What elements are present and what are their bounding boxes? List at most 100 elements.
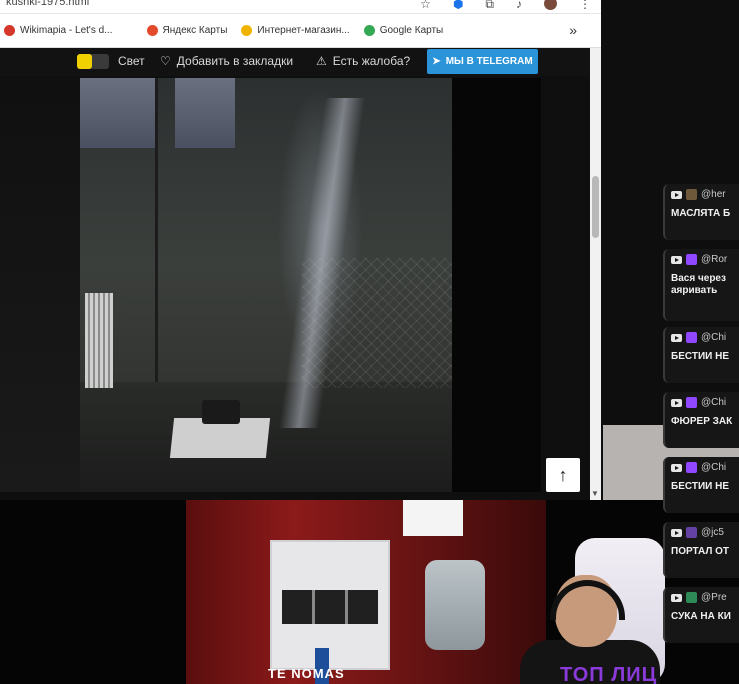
youtube-icon: [671, 333, 682, 342]
map-pin-icon: [146, 25, 158, 36]
chat-message-header: @jc5: [671, 527, 739, 538]
chat-message-header: @her: [671, 189, 739, 200]
video-player[interactable]: [0, 78, 541, 492]
youtube-icon: [671, 463, 682, 472]
page-scrollbar[interactable]: ▼: [590, 48, 601, 500]
wikimapia-icon: [4, 25, 15, 36]
fountain-nozzle: [202, 400, 240, 424]
extensions-icon[interactable]: ⧉: [485, 0, 494, 12]
chat-username: @her: [701, 189, 726, 200]
bookmark-label: Интернет-магазин...: [257, 25, 350, 36]
light-toggle[interactable]: [77, 54, 109, 69]
chat-message: @Pre СУКА НА КИ: [663, 587, 739, 643]
add-bookmark-button[interactable]: ♡ Добавить в закладки: [160, 54, 293, 68]
video-left-shade: [0, 78, 80, 492]
url-text[interactable]: kushki-1975.html: [6, 0, 89, 8]
chat-message-header: @Chi: [671, 462, 739, 473]
chat-username: @Chi: [701, 397, 727, 408]
chat-username: @jc5: [701, 527, 724, 538]
chat-message: @Chi ФЮРЕР ЗАК: [663, 392, 739, 448]
bookmark-label: Wikimapia - Let's d...: [20, 25, 113, 36]
menu-icon[interactable]: ⋮: [579, 0, 591, 12]
radiator: [85, 293, 113, 388]
telegram-button[interactable]: ➤ МЫ В TELEGRAM: [427, 49, 538, 74]
telegram-label: МЫ В TELEGRAM: [445, 56, 533, 67]
youtube-icon: [671, 190, 682, 199]
softbox-light: [403, 500, 463, 536]
scroll-down-icon[interactable]: ▼: [591, 489, 599, 498]
bookmark-yandex-maps[interactable]: Яндекс Карты: [146, 25, 228, 36]
user-badge: [686, 254, 697, 265]
youtube-icon: [671, 593, 682, 602]
complaint-label: Есть жалоба?: [332, 54, 411, 68]
address-bar[interactable]: kushki-1975.html ☆ ⬢ ⧉ ♪ ⋮: [0, 0, 601, 14]
web-page: Свет ♡ Добавить в закладки ⚠ Есть жалоба…: [0, 48, 601, 500]
user-badge: [686, 332, 697, 343]
bookmark-google-maps[interactable]: Google Карты: [363, 25, 444, 36]
add-bookmark-label: Добавить в закладки: [176, 54, 294, 68]
chat-message: @Chi БЕСТИИ НЕ: [663, 457, 739, 513]
fountain-base: [169, 418, 271, 458]
window-right: [175, 78, 235, 148]
chat-message: @her МАСЛЯТА Б: [663, 184, 739, 240]
star-icon[interactable]: ☆: [420, 0, 431, 12]
chat-message-text: Вася через аяривать: [671, 273, 726, 296]
bookmark-label: Яндекс Карты: [162, 25, 228, 36]
bookmarks-bar: Wikimapia - Let's d... Яндекс Карты Инте…: [0, 14, 601, 48]
youtube-icon: [671, 398, 682, 407]
light-label: Свет: [118, 54, 145, 68]
chat-username: @Chi: [701, 332, 727, 343]
chat-message-text: МАСЛЯТА Б: [671, 208, 731, 219]
toolbar-icons: ☆ ⬢ ⧉ ♪ ⋮: [420, 0, 591, 12]
arrow-up-icon: ↑: [558, 464, 568, 485]
user-badge: [686, 189, 697, 200]
browser-window: kushki-1975.html ☆ ⬢ ⧉ ♪ ⋮ Wikimapia - L…: [0, 0, 601, 500]
chat-message: @jc5 ПОРТАЛ ОТ: [663, 522, 739, 578]
music-icon[interactable]: ♪: [516, 0, 522, 12]
gpu-fans: [282, 590, 378, 624]
shop-icon: [241, 25, 253, 36]
bookmark-shop[interactable]: Интернет-магазин...: [241, 25, 350, 36]
chat-message-header: @Pre: [671, 592, 739, 603]
chat-message-text: БЕСТИИ НЕ: [671, 351, 729, 362]
user-badge: [686, 397, 697, 408]
window-left: [80, 78, 155, 148]
user-badge: [686, 592, 697, 603]
screen: kushki-1975.html ☆ ⬢ ⧉ ♪ ⋮ Wikimapia - L…: [0, 0, 739, 684]
scrollbar-thumb[interactable]: [592, 176, 599, 238]
user-badge: [686, 462, 697, 473]
chat-username: @Ror: [701, 254, 728, 265]
plastic-bag: [425, 560, 485, 650]
toggle-knob: [77, 54, 92, 69]
more-bookmarks-icon[interactable]: »: [569, 22, 577, 38]
chat-message: @Ror Вася через аяривать: [663, 249, 739, 321]
youtube-icon: [671, 528, 682, 537]
light-label-item[interactable]: Свет: [118, 54, 145, 68]
chat-message-text: ПОРТАЛ ОТ: [671, 546, 730, 557]
chat-username: @Chi: [701, 462, 727, 473]
warning-icon: ⚠: [316, 54, 327, 68]
chat-message-header: @Chi: [671, 332, 739, 343]
chat-message-header: @Ror: [671, 254, 739, 265]
chat-message-text: БЕСТИИ НЕ: [671, 481, 729, 492]
avatar[interactable]: [544, 0, 557, 10]
chat-message-header: @Chi: [671, 397, 739, 408]
video-frame: [80, 78, 452, 492]
youtube-icon: [671, 255, 682, 264]
heart-icon: ♡: [160, 54, 171, 68]
complaint-button[interactable]: ⚠ Есть жалоба?: [316, 54, 410, 68]
case-brand-text: TE NOMAS: [268, 666, 345, 681]
google-maps-icon: [363, 25, 375, 36]
pillar: [155, 78, 158, 432]
user-badge: [686, 527, 697, 538]
bookmark-wikimapia[interactable]: Wikimapia - Let's d...: [4, 25, 113, 36]
chat-message-text: ФЮРЕР ЗАК: [671, 416, 733, 427]
chat-message-text: СУКА НА КИ: [671, 611, 731, 622]
stream-overlay-text: ТОП ЛИЦ: [560, 664, 658, 684]
shield-icon[interactable]: ⬢: [453, 0, 463, 12]
bookmark-label: Google Карты: [379, 25, 444, 36]
scroll-to-top-button[interactable]: ↑: [546, 458, 580, 492]
chat-message: @Chi БЕСТИИ НЕ: [663, 327, 739, 383]
telegram-icon: ➤: [432, 56, 441, 67]
chat-username: @Pre: [701, 592, 727, 603]
